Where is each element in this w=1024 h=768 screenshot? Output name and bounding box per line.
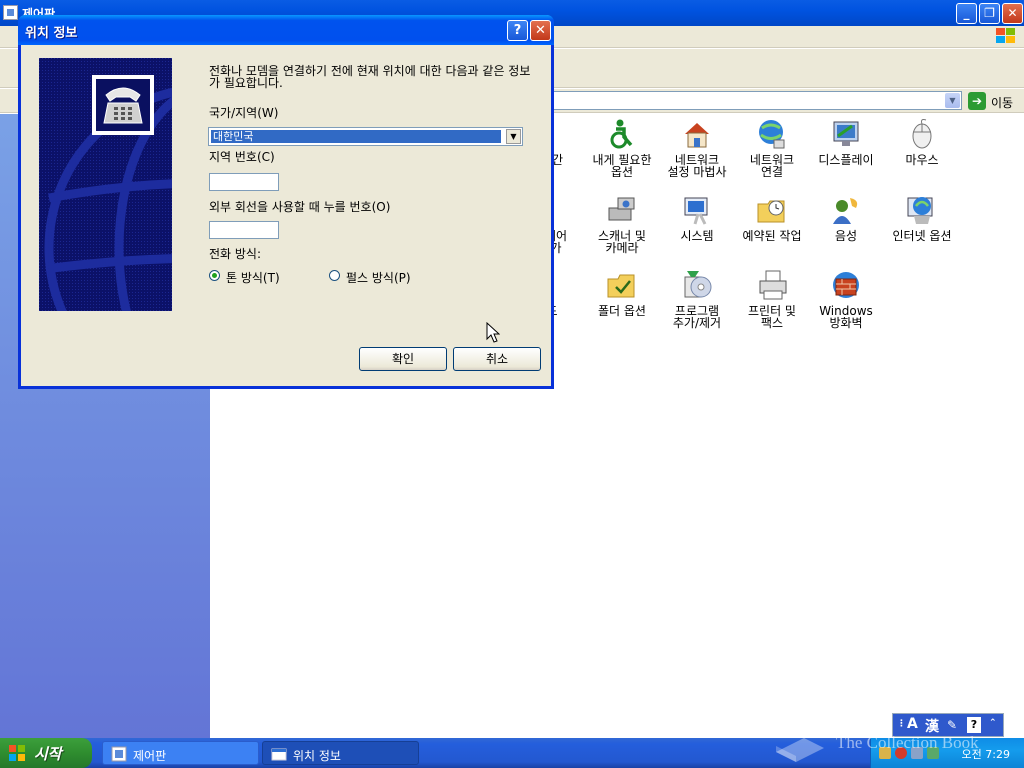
country-selected-value: 대한민국: [211, 130, 501, 143]
control-panel-app-icon: [3, 5, 18, 20]
country-label: 국가/지역(W): [209, 106, 279, 120]
cp-item-label: 폴더 옵션: [598, 304, 646, 318]
cp-item-label: 프린터 및 팩스: [748, 304, 796, 330]
cp-item-display[interactable]: 디스플레이: [806, 118, 886, 166]
cp-item-label: 인터넷 옵션: [892, 229, 952, 243]
dialog-title: 위치 정보: [25, 26, 78, 41]
area-code-label: 지역 번호(C): [209, 150, 275, 164]
taskbar-item-location-info[interactable]: 위치 정보: [262, 741, 419, 765]
cp-item-label: 디스플레이: [818, 153, 874, 167]
cp-item-label: 시스템: [680, 229, 714, 243]
cp-item-mouse[interactable]: 마우스: [882, 118, 962, 166]
control-panel-icon: [111, 746, 127, 762]
cp-item-scheduled-tasks[interactable]: 예약된 작업: [732, 194, 812, 242]
outside-line-label: 외부 회선을 사용할 때 누를 번호(O): [209, 200, 391, 214]
watermark-text: The Collection Book: [836, 733, 979, 752]
chevron-down-icon[interactable]: ▼: [506, 129, 521, 144]
cp-item-label: 네트워크 설정 마법사: [667, 153, 727, 179]
phone-frame: [92, 75, 154, 135]
country-select[interactable]: 대한민국 ▼: [208, 127, 523, 146]
cp-item-folder-options[interactable]: 폴더 옵션: [582, 269, 662, 317]
outside-line-input[interactable]: [209, 221, 279, 239]
speech-icon: [830, 194, 862, 226]
scheduled-tasks-icon: [756, 194, 788, 226]
cp-item-label: Windows 방화벽: [819, 304, 873, 330]
go-arrow-icon: ➔: [968, 92, 986, 110]
firewall-icon: [830, 269, 862, 301]
dialog-close-button[interactable]: ✕: [530, 20, 551, 41]
cp-item-label: 마우스: [905, 153, 939, 167]
pulse-dialing-label: 펄스 방식(P): [346, 271, 411, 285]
taskbar-item-label: 위치 정보: [293, 749, 341, 763]
cp-item-label: 프로그램 추가/제거: [672, 304, 722, 330]
restore-button[interactable]: ❐: [979, 3, 1000, 24]
go-button[interactable]: ➔ 이동: [968, 91, 1022, 111]
ime-pad-icon[interactable]: ✎: [947, 718, 957, 732]
mouse-cursor-icon: [486, 322, 500, 343]
taskbar-item-label: 제어판: [133, 749, 167, 763]
radio-unselected-icon: [329, 270, 340, 281]
start-label: 시작: [34, 745, 62, 763]
globe-phone-illustration: [39, 58, 172, 311]
cp-item-label: 음성: [834, 229, 858, 243]
location-info-dialog: 위치 정보 ? ✕ 전화나 모뎀을 연결하기 전에 현재 위치에 대한 다음과 …: [18, 15, 554, 389]
help-icon[interactable]: ?: [967, 717, 981, 733]
cp-item-label: 스캐너 및 카메라: [598, 229, 646, 255]
window-icon: [271, 746, 287, 762]
folder-options-icon: [606, 269, 638, 301]
ok-button[interactable]: 확인: [359, 347, 447, 371]
cp-item-scanner-camera[interactable]: 스캐너 및 카메라: [582, 194, 662, 254]
internet-options-icon: [906, 194, 938, 226]
address-dropdown-icon[interactable]: ▼: [945, 93, 960, 108]
mouse-icon: [906, 118, 938, 150]
add-remove-programs-icon: [681, 269, 713, 301]
address-field[interactable]: ▼: [552, 91, 962, 110]
cancel-button[interactable]: 취소: [453, 347, 541, 371]
window-close-button[interactable]: ✕: [1002, 3, 1023, 24]
printers-faxes-icon: [756, 269, 788, 301]
network-connections-icon: [756, 118, 788, 150]
cp-item-internet-options[interactable]: 인터넷 옵션: [882, 194, 962, 242]
display-icon: [830, 118, 862, 150]
system-icon: [681, 194, 713, 226]
dialog-description: 전화나 모뎀을 연결하기 전에 현재 위치에 대한 다음과 같은 정보가 필요합…: [209, 64, 531, 90]
cp-item-network-wizard[interactable]: 네트워크 설정 마법사: [657, 118, 737, 178]
cp-item-windows-firewall[interactable]: Windows 방화벽: [806, 269, 886, 329]
taskbar-item-control-panel[interactable]: 제어판: [102, 741, 259, 765]
area-code-input[interactable]: [209, 173, 279, 191]
cp-item-label: 내게 필요한 옵션: [592, 153, 652, 179]
cp-item-speech[interactable]: 음성: [806, 194, 886, 242]
network-wizard-icon: [681, 118, 713, 150]
cp-item-network-connections[interactable]: 네트워크 연결: [732, 118, 812, 178]
radio-selected-icon: [209, 270, 220, 281]
windows-flag-icon: [9, 745, 25, 761]
cp-item-accessibility[interactable]: 내게 필요한 옵션: [582, 118, 662, 178]
cp-item-label: 네트워크 연결: [749, 153, 795, 179]
scanner-camera-icon: [606, 194, 638, 226]
tone-dialing-label: 톤 방식(T): [226, 271, 280, 285]
help-button[interactable]: ?: [507, 20, 528, 41]
dialog-title-bar[interactable]: 위치 정보 ? ✕: [18, 15, 554, 45]
start-button[interactable]: 시작: [0, 738, 92, 768]
input-mode-indicator[interactable]: A: [907, 716, 918, 732]
windows-logo-icon: [996, 28, 1018, 46]
book-watermark-icon: [776, 738, 824, 762]
go-label: 이동: [991, 96, 1014, 110]
telephone-icon: [103, 87, 143, 124]
langbar-grip-icon: ⋮: [897, 719, 906, 729]
cp-item-add-remove-programs[interactable]: 프로그램 추가/제거: [657, 269, 737, 329]
cp-item-printers-faxes[interactable]: 프린터 및 팩스: [732, 269, 812, 329]
accessibility-icon: [606, 118, 638, 150]
minimize-button[interactable]: _: [956, 3, 977, 24]
cp-item-label: 예약된 작업: [742, 229, 802, 243]
dialing-method-label: 전화 방식:: [209, 247, 262, 261]
langbar-options-icon[interactable]: ⌃: [989, 718, 997, 728]
cp-item-system[interactable]: 시스템: [657, 194, 737, 242]
